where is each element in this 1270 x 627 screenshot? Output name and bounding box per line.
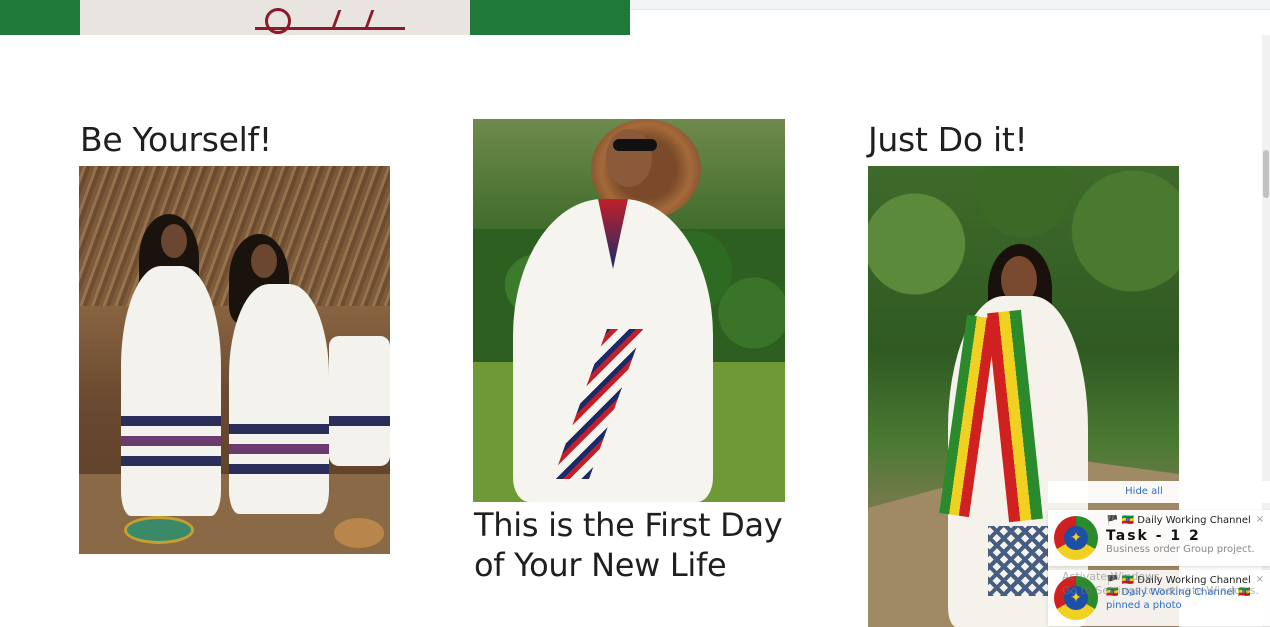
previous-banner-image [0,0,630,35]
notification-title: 🏴 🇪🇹 Daily Working Channel ... [1106,515,1254,526]
channel-avatar-icon [1054,516,1098,560]
notification-preview: Business order Group project... [1106,544,1254,555]
notification-headline: Task - 1 2 [1106,528,1201,544]
browser-content-edge [630,0,1270,10]
photo-two-women-traditional-dress[interactable] [79,166,390,554]
section-heading-first-day: This is the First Day of Your New Life [474,506,783,584]
section-heading-be-yourself: Be Yourself! [80,120,272,159]
photo-woman-sitting-garden[interactable] [473,119,785,502]
close-icon[interactable]: × [1256,514,1264,525]
section-heading-just-do-it: Just Do it! [868,120,1028,159]
hide-all-notifications-button[interactable]: Hide all [1048,481,1270,503]
scrollbar-thumb[interactable] [1263,150,1269,198]
notification-stack: Hide all 🏴 🇪🇹 Daily Working Channel ... … [1048,481,1270,627]
watermark-line2: Go to Settings to activate Windows. [1062,584,1260,597]
notification-toast[interactable]: 🏴 🇪🇹 Daily Working Channel ... Task - 1 … [1048,510,1270,566]
watermark-line1: Activate Windows [1062,570,1160,583]
activate-windows-watermark: Activate Windows Go to Settings to activ… [1062,570,1259,598]
